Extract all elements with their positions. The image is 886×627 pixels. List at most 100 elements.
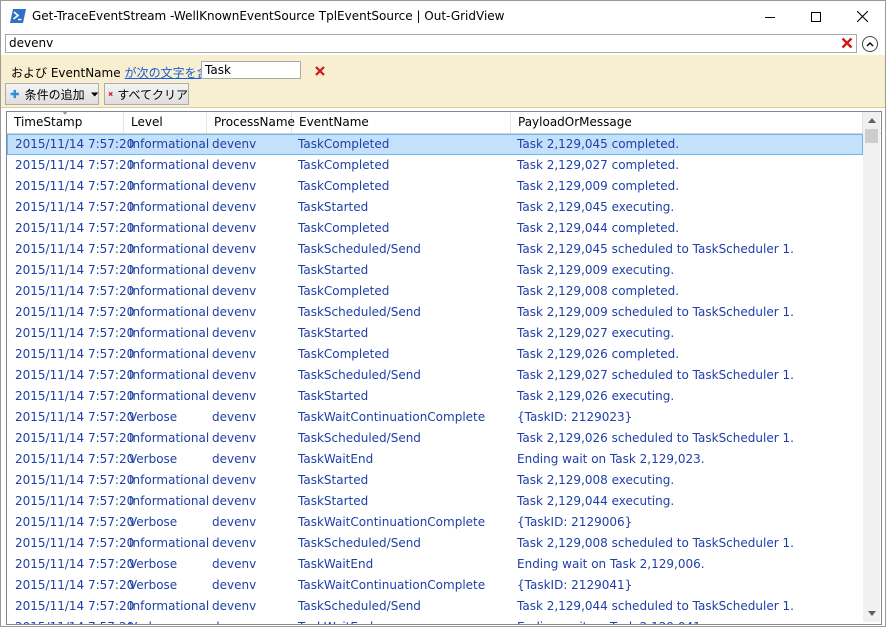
table-cell: devenv [212,389,257,403]
table-cell: 2015/11/14 7:57:20 [15,221,135,235]
plus-icon [10,89,19,99]
column-header-label: EventName [299,115,369,129]
remove-criteria-icon[interactable] [314,65,326,77]
table-cell: Informational [129,263,210,277]
column-header-label: ProcessName [214,115,295,129]
table-row[interactable]: 2015/11/14 7:57:20 Informational devenv Tas… [7,302,863,323]
table-row[interactable]: 2015/11/14 7:57:20Verbose devenv TaskWaitE… [7,449,863,470]
table-cell: Task 2,129,009 executing. [517,263,675,277]
table-cell: 2015/11/14 7:57:20 [15,326,135,340]
table-row[interactable]: 2015/11/14 7:57:20 Informational devenv Tas… [7,197,863,218]
table-row[interactable]: 2015/11/14 7:57:20 Informational devenv Tas… [7,176,863,197]
table-row[interactable]: 2015/11/14 7:57:20 Informational devenv Tas… [7,596,863,617]
table-cell: devenv [212,452,257,466]
table-cell: devenv [212,431,257,445]
window-title: Get-TraceEventStream -WellKnownEventSour… [32,9,505,23]
table-cell: Verbose [129,515,178,529]
table-cell: Verbose [129,452,178,466]
maximize-button[interactable] [793,1,839,32]
table-row[interactable]: 2015/11/14 7:57:20 Verbose devenv TaskWaitC… [7,575,863,596]
table-cell: Ending wait on Task 2,129,023. [517,452,705,466]
criteria-value-input[interactable]: Task [201,61,301,79]
column-header-eventname[interactable]: EventName [292,112,511,133]
table-cell: TaskWaitEnd [298,452,374,466]
table-cell: 2015/11/14 7:57:20 [15,158,135,172]
table-row[interactable]: 2015/11/14 7:57:20 Verbose devenv TaskWaitC… [7,407,863,428]
table-cell: TaskCompleted [298,347,390,361]
table-cell: 2015/11/14 7:57:20 [15,137,135,151]
table-row[interactable]: 2015/11/14 7:57:20 Informational devenv Tas… [7,155,863,176]
chevron-down-icon [867,611,876,616]
table-cell: TaskWaitEnd [298,617,373,624]
collapse-criteria-button[interactable] [862,36,878,52]
table-cell: Informational [129,389,210,403]
table-row[interactable]: 2015/11/14 7:57:20 Informational devenv Tas… [7,533,863,554]
table-cell: Informational [129,431,210,445]
filter-input[interactable]: devenv [5,34,857,53]
table-cell: Task 2,129,009 scheduled to TaskSchedule… [517,305,794,319]
table-cell: 2015/11/14 7:57:20 [15,431,135,445]
table-row[interactable]: 2015/11/14 7:57:20 Informational devenv Tas… [7,281,863,302]
criteria-prefix: および EventName [11,66,121,80]
table-cell: Task 2,129,044 executing. [517,494,675,508]
table-cell: Task 2,129,026 scheduled to TaskSchedule… [517,431,794,445]
table-cell: TaskStarted [298,494,369,508]
table-row[interactable]: 2015/11/14 7:57:20 Informational devenv Tas… [7,491,863,512]
clear-x-icon[interactable] [841,37,853,49]
table-cell: Task 2,129,027 scheduled to TaskSchedule… [517,368,794,382]
table-cell: TaskScheduled/Send [298,599,421,613]
table-cell: Task 2,129,008 executing. [517,473,675,487]
table-cell: TaskStarted [298,263,369,277]
scroll-up-button[interactable] [863,112,880,129]
column-header-timestamp[interactable]: TimeStamp [7,112,124,133]
table-cell: Informational [129,326,210,340]
table-cell: 2015/11/14 7:57:20 [15,305,135,319]
table-cell: TaskCompleted [298,284,390,298]
table-row[interactable]: 2015/11/14 7:57:20 Informational devenv Tas… [7,239,863,260]
table-cell: 2015/11/14 7:57:20 [15,599,135,613]
column-header-payloadormessage[interactable]: PayloadOrMessage [511,112,863,133]
close-button[interactable] [839,1,885,32]
table-cell: devenv [212,578,257,592]
table-row[interactable]: 2015/11/14 7:57:20 Informational devenv Tas… [7,470,863,491]
add-criteria-button[interactable]: 条件の追加 [5,83,99,105]
table-cell: TaskScheduled/Send [298,305,421,319]
table-cell: 2015/11/14 7:57:20 [15,452,135,466]
table-row[interactable]: 2015/11/14 7:57:20 Informational devenv Tas… [7,260,863,281]
table-row[interactable]: 2015/11/14 7:57:20Verbose devenv TaskWaitE… [7,554,863,575]
table-cell: 2015/11/14 7:57:20 [15,515,135,529]
table-row[interactable]: 2015/11/14 7:57:20 Informational devenv Tas… [7,365,863,386]
table-cell: devenv [212,617,256,624]
table-row[interactable]: 2015/11/14 7:57:20 Informational devenv Tas… [7,218,863,239]
column-header-label: TimeStamp [14,115,83,129]
table-cell: TaskScheduled/Send [298,431,421,445]
clear-all-label: すべてクリア [117,87,188,102]
table-cell: Informational [129,473,210,487]
scroll-down-button[interactable] [863,605,880,622]
table-row[interactable]: 2015/11/14 7:57:20 Informational devenv Tas… [7,428,863,449]
table-cell: Task 2,129,026 executing. [517,389,675,403]
table-row[interactable]: 2015/11/14 7:57:20 Informational devenv Tas… [7,134,863,155]
table-cell: Verbose [129,410,178,424]
table-row[interactable]: 2015/11/14 7:57:20 Informational devenv Tas… [7,323,863,344]
table-cell: Task 2,129,008 scheduled to TaskSchedule… [517,536,794,550]
column-header-label: Level [131,115,163,129]
table-cell: Informational [129,137,210,151]
table-row[interactable]: 2015/11/14 7:57:20 Informational devenv Tas… [7,386,863,407]
table-row[interactable]: 2015/11/14 7:57:20 Informational devenv Tas… [7,344,863,365]
table-cell: devenv [212,368,257,382]
clear-all-button[interactable]: すべてクリア [104,83,189,105]
column-header-processname[interactable]: ProcessName [207,112,295,133]
results-grid: TimeStamp Level ProcessName EventName Pa… [6,111,882,625]
table-row[interactable]: 2015/11/14 7:57:20 Verbose devenv TaskWaitC… [7,512,863,533]
table-cell: devenv [212,347,257,361]
table-row[interactable]: 2015/11/14 7:57:20Verbose devenv TaskWaitE… [7,617,863,624]
vertical-scrollbar[interactable] [863,112,880,622]
column-header-level[interactable]: Level [124,112,207,133]
title-bar[interactable]: Get-TraceEventStream -WellKnownEventSour… [1,1,885,32]
table-cell: Verbose [129,578,178,592]
minimize-button[interactable] [747,1,793,32]
table-cell: TaskWaitEnd [298,557,374,571]
scroll-thumb[interactable] [865,129,878,143]
table-cell: Informational [129,368,210,382]
